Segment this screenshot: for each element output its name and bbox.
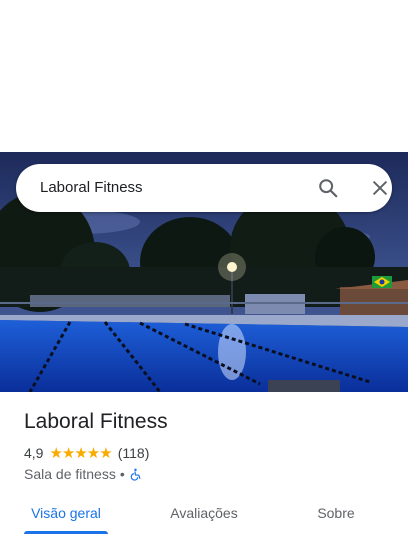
search-input[interactable]: Laboral Fitness <box>40 164 143 212</box>
review-count: (118) <box>117 445 150 461</box>
rating-value: 4,9 <box>24 445 44 461</box>
search-bar[interactable]: Laboral Fitness <box>16 164 392 212</box>
place-category: Sala de fitness <box>24 466 116 482</box>
tab-overview[interactable]: Visão geral <box>24 499 108 544</box>
category-row: Sala de fitness • <box>24 465 142 483</box>
star-rating-icon: ★★★★★ <box>49 445 112 462</box>
place-info-panel: Laboral Fitness 4,9 ★★★★★ (118) Sala de … <box>0 392 408 544</box>
separator-dot: • <box>119 466 125 482</box>
close-icon <box>373 181 387 195</box>
place-tabs: Visão geral Avaliações Sobre <box>0 499 408 544</box>
search-icon <box>319 179 338 198</box>
tab-reviews[interactable]: Avaliações <box>160 499 248 544</box>
rating-summary[interactable]: 4,9 ★★★★★ (118) <box>24 444 149 462</box>
place-title: Laboral Fitness <box>24 410 168 433</box>
search-button[interactable] <box>314 174 342 202</box>
active-tab-indicator <box>24 531 108 534</box>
top-blank-area <box>0 0 408 152</box>
wheelchair-icon[interactable] <box>129 468 142 481</box>
tab-about[interactable]: Sobre <box>306 499 366 544</box>
clear-search-button[interactable] <box>366 174 394 202</box>
